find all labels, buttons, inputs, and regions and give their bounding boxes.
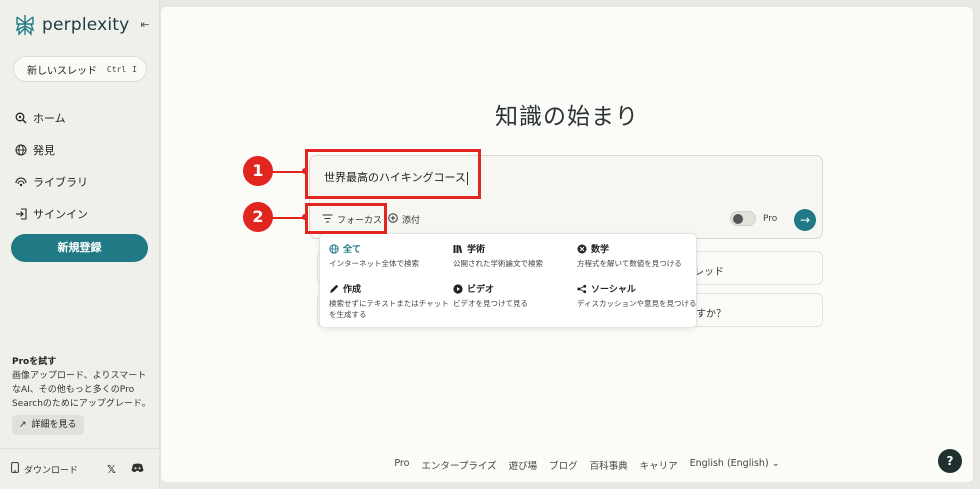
main-panel: 知識の始まり 世界最高のハイキングコース フォーカス 添付 Pro → レッド … — [160, 6, 974, 483]
focus-option-desc: ディスカッションや意見を見つける — [577, 299, 697, 308]
focus-option-math[interactable]: 数学 方程式を解いて数値を見つける — [577, 242, 701, 269]
pro-toggle[interactable] — [730, 211, 756, 226]
pro-title: Proを試す — [12, 357, 57, 367]
math-icon — [577, 244, 587, 254]
sign-in-icon — [15, 208, 27, 220]
footer-link-encyclopedia[interactable]: 百科事典 — [590, 458, 628, 472]
kbd-ctrl: Ctrl — [106, 64, 127, 74]
focus-option-title: ビデオ — [467, 285, 495, 295]
learn-more-button[interactable]: ↗ 詳細を見る — [12, 415, 84, 435]
social-icon — [577, 284, 587, 294]
arrow-up-right-icon: ↗ — [19, 420, 27, 430]
focus-option-title: ソーシャル — [591, 285, 636, 295]
pro-upsell: Proを試す 画像アップロード、よりスマートなAI、その他もっと多くのPro S… — [12, 355, 152, 435]
callout-line-1 — [272, 171, 305, 173]
footer-link-playground[interactable]: 遊び場 — [509, 458, 538, 472]
logo-text: perplexity — [42, 15, 130, 35]
home-search-icon — [15, 112, 27, 124]
sidebar-item-label: サインイン — [33, 208, 88, 221]
submit-button[interactable]: → — [794, 209, 816, 231]
learn-more-label: 詳細を見る — [31, 420, 77, 430]
books-icon — [453, 244, 463, 254]
language-label: English (English) — [689, 458, 769, 469]
sidebar-item-library[interactable]: ライブラリ — [15, 166, 155, 198]
sidebar: perplexity ⇤ 新しいスレッド Ctrl I ホーム 発見 ライブラリ — [0, 0, 160, 489]
globe-icon — [15, 144, 27, 156]
callout-highlight-1 — [305, 149, 481, 199]
attach-button[interactable]: 添付 — [388, 213, 420, 226]
callout-highlight-2 — [305, 203, 387, 234]
focus-option-title: 全て — [343, 245, 362, 255]
sidebar-item-signin[interactable]: サインイン — [15, 198, 155, 230]
collapse-sidebar-icon[interactable]: ⇤ — [138, 18, 152, 32]
sidebar-item-discover[interactable]: 発見 — [15, 134, 155, 166]
footer-link-enterprise[interactable]: エンタープライズ — [421, 458, 496, 472]
focus-option-desc: ビデオを見つけて見る — [453, 299, 528, 308]
focus-option-social[interactable]: ソーシャル ディスカッションや意見を見つける — [577, 282, 701, 309]
footer-link-blog[interactable]: ブログ — [549, 458, 578, 472]
focus-option-desc: 方程式を解いて数値を見つける — [577, 259, 682, 268]
arrow-right-icon: → — [799, 213, 811, 227]
globe-icon — [329, 243, 339, 254]
focus-option-writing[interactable]: 作成 検索せずにテキストまたはチャットを生成する — [329, 282, 453, 320]
signup-button[interactable]: 新規登録 — [11, 234, 148, 262]
focus-option-desc: 検索せずにテキストまたはチャットを生成する — [329, 299, 449, 319]
focus-option-video[interactable]: ビデオ ビデオを見つけて見る — [453, 282, 577, 309]
perplexity-logo-icon — [15, 15, 35, 36]
sidebar-item-label: ホーム — [33, 112, 66, 125]
focus-option-desc: 公開された学術論文で検索 — [453, 259, 543, 268]
page-title: 知識の始まり — [495, 104, 639, 130]
logo[interactable]: perplexity — [14, 14, 129, 36]
chevron-down-icon: ⌄ — [771, 458, 780, 469]
attach-label: 添付 — [402, 216, 421, 226]
phone-icon — [11, 462, 19, 476]
callout-dot-1 — [302, 168, 308, 174]
help-button[interactable]: ? — [938, 449, 962, 473]
play-icon — [453, 283, 463, 294]
shortcut-hint: Ctrl I — [107, 65, 137, 74]
kbd-i: I — [132, 64, 137, 74]
footer-link-careers[interactable]: キャリア — [640, 458, 678, 472]
focus-dropdown: 全て インターネット全体で検索 学術 公開された学術論文で検索 数学 方程式を解… — [319, 233, 697, 328]
pen-icon — [329, 284, 339, 294]
plus-circle-icon — [388, 213, 398, 226]
footer-link-pro[interactable]: Pro — [394, 458, 409, 472]
callout-dot-2 — [302, 214, 308, 220]
pro-toggle-label: Pro — [763, 213, 778, 224]
footer-links: Pro エンタープライズ 遊び場 ブログ 百科事典 キャリア English (… — [161, 458, 973, 472]
sidebar-item-label: 発見 — [33, 144, 55, 157]
sidebar-nav: ホーム 発見 ライブラリ サインイン — [15, 102, 155, 230]
new-thread-label: 新しいスレッド — [27, 65, 97, 77]
library-icon — [15, 176, 27, 188]
pro-toggle-group: Pro — [730, 211, 777, 226]
sidebar-item-label: ライブラリ — [33, 176, 88, 189]
callout-badge-2: 2 — [243, 202, 273, 232]
callout-badge-1: 1 — [243, 156, 273, 186]
focus-option-title: 学術 — [467, 245, 486, 255]
focus-option-all[interactable]: 全て インターネット全体で検索 — [329, 242, 453, 269]
focus-option-desc: インターネット全体で検索 — [329, 259, 419, 268]
focus-option-title: 作成 — [343, 285, 362, 295]
language-selector[interactable]: English (English) ⌄ — [690, 458, 780, 472]
callout-line-2 — [272, 217, 305, 219]
sidebar-footer: ダウンロード 𝕏 — [0, 448, 160, 489]
sidebar-item-home[interactable]: ホーム — [15, 102, 155, 134]
new-thread-button[interactable]: 新しいスレッド Ctrl I — [13, 56, 147, 82]
focus-option-academic[interactable]: 学術 公開された学術論文で検索 — [453, 242, 577, 269]
pro-description: 画像アップロード、よりスマートなAI、その他もっと多くのPro Searchのた… — [12, 371, 151, 409]
discord-icon[interactable] — [131, 463, 144, 476]
download-link[interactable]: ダウンロード — [24, 463, 78, 476]
x-icon[interactable]: 𝕏 — [107, 463, 116, 476]
focus-option-title: 数学 — [591, 245, 610, 255]
